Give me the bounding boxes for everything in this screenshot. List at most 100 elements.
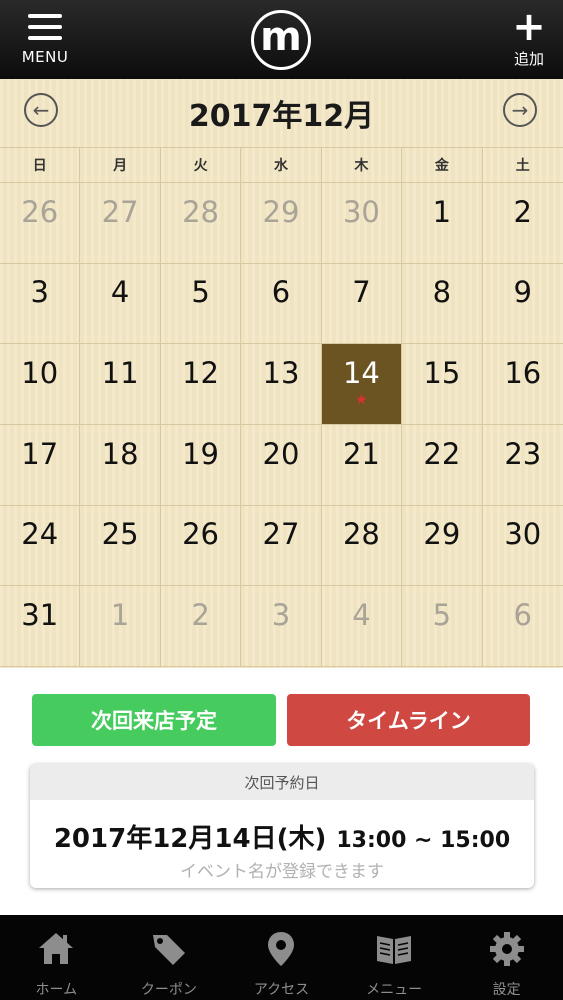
day-number: 17 (21, 436, 59, 471)
next-visit-button[interactable]: 次回来店予定 (32, 694, 276, 746)
menu-label: MENU (21, 48, 69, 66)
tab-bar: ホーム クーポン アクセス メニュー 設定 (0, 915, 563, 1000)
day-number: 13 (262, 356, 300, 391)
day-number: 1 (110, 598, 130, 633)
day-number: 26 (21, 194, 59, 229)
calendar-day[interactable]: 1 (402, 183, 483, 264)
calendar-day[interactable]: 3 (241, 586, 322, 667)
add-label: 追加 (513, 50, 544, 68)
day-number: 1 (432, 194, 452, 229)
day-number: 30 (342, 194, 380, 229)
calendar-grid: 26 27 28 29 30 1 2 3 4 5 6 7 8 9 10 11 12 13 14 ★ 15 16 17 18 19… (0, 183, 563, 667)
calendar-day[interactable]: 5 (402, 586, 483, 667)
day-number: 9 (513, 275, 532, 310)
calendar-day[interactable]: 28 (321, 505, 403, 587)
weekday-label: 水 (241, 148, 322, 183)
logo: m (251, 10, 311, 70)
calendar-day[interactable]: 12 (160, 344, 242, 425)
calendar-day[interactable]: 13 (241, 344, 322, 425)
calendar-day[interactable]: 26 (160, 505, 242, 587)
calendar-day[interactable]: 5 (160, 263, 242, 345)
calendar: ← 2017年12月 → 日月火水木金土 26 27 28 29 30 1 2 3 4 5 6 7 8 9… (0, 79, 563, 668)
calendar-day[interactable]: 2 (160, 586, 242, 667)
day-number: 12 (182, 356, 220, 391)
calendar-day[interactable]: 2 (482, 183, 563, 264)
next-month-button[interactable]: → (503, 93, 537, 127)
day-number: 27 (101, 194, 139, 229)
day-number: 29 (262, 194, 300, 229)
home-icon (39, 933, 74, 964)
reservation-note: イベント名が登録できます (180, 862, 384, 882)
tab-label: アクセス (253, 982, 310, 998)
day-number: 19 (182, 436, 220, 471)
day-number: 3 (271, 598, 291, 633)
day-number: 23 (504, 436, 542, 471)
day-number: 2 (513, 194, 532, 229)
calendar-day[interactable]: 30 (482, 506, 563, 587)
day-number: 5 (191, 275, 210, 310)
calendar-day[interactable]: 7 (321, 263, 403, 345)
calendar-day[interactable]: 8 (402, 263, 483, 345)
tab-menu[interactable]: メニュー (338, 915, 451, 1000)
calendar-day[interactable]: 10 (0, 344, 81, 425)
calendar-day[interactable]: 30 (321, 183, 403, 264)
calendar-day[interactable]: 28 (160, 183, 242, 264)
day-number: 21 (342, 436, 380, 471)
reservation-card[interactable]: 次回予約日 2017年12月14日(木) 13:00 ~ 15:00 イベント名が… (30, 764, 534, 888)
calendar-day[interactable]: 6 (241, 263, 322, 345)
calendar-day[interactable]: 6 (482, 586, 563, 667)
tab-home[interactable]: ホーム (0, 915, 113, 1000)
weekday-header: 日月火水木金土 (0, 147, 563, 183)
timeline-button[interactable]: タイムライン (287, 694, 530, 746)
calendar-day[interactable]: 20 (241, 424, 322, 506)
calendar-day[interactable]: 26 (0, 183, 81, 264)
calendar-day[interactable]: 18 (80, 424, 161, 506)
day-number: 6 (513, 598, 532, 633)
tab-settings[interactable]: 設定 (450, 915, 563, 1000)
calendar-day[interactable]: 1 (80, 586, 161, 667)
calendar-day[interactable]: 15 (402, 344, 483, 425)
calendar-day[interactable]: 9 (482, 264, 563, 345)
calendar-day[interactable]: 25 (80, 505, 161, 587)
calendar-day[interactable]: 23 (482, 425, 563, 506)
calendar-day-selected[interactable]: 14 ★ (321, 344, 403, 425)
day-number: 28 (342, 517, 380, 552)
weekday-label: 火 (160, 148, 242, 183)
calendar-day[interactable]: 16 (482, 344, 563, 425)
calendar-day[interactable]: 24 (0, 505, 81, 587)
calendar-day[interactable]: 4 (80, 263, 161, 345)
day-number: 16 (504, 356, 542, 391)
day-number: 2 (191, 598, 210, 633)
menu-button[interactable]: MENU (14, 10, 76, 70)
calendar-day[interactable]: 3 (0, 263, 81, 345)
weekday-label: 日 (0, 148, 81, 183)
calendar-day[interactable]: 31 (0, 586, 81, 667)
calendar-day[interactable]: 17 (0, 424, 81, 506)
reservation-date: 2017年12月14日(木) (53, 824, 327, 854)
reservation-datetime: 2017年12月14日(木) 13:00 ~ 15:00 (30, 818, 534, 855)
add-button[interactable]: + 追加 (509, 7, 549, 70)
tab-label: ホーム (35, 982, 78, 998)
tab-coupon[interactable]: クーポン (113, 915, 226, 1000)
calendar-day[interactable]: 29 (241, 183, 322, 264)
calendar-day[interactable]: 11 (80, 344, 161, 425)
day-number: 29 (423, 517, 461, 552)
calendar-day[interactable]: 21 (321, 424, 403, 506)
day-number: 4 (352, 598, 371, 633)
day-number: 3 (30, 275, 49, 310)
day-number: 28 (182, 194, 220, 229)
day-number: 6 (271, 275, 291, 310)
calendar-day[interactable]: 27 (80, 183, 161, 264)
calendar-day[interactable]: 27 (241, 505, 322, 587)
calendar-day[interactable]: 19 (160, 424, 242, 506)
calendar-day[interactable]: 22 (402, 424, 483, 506)
calendar-day[interactable]: 29 (402, 505, 483, 587)
day-number: 24 (21, 517, 59, 552)
day-number: 30 (504, 517, 542, 552)
day-number: 20 (262, 436, 300, 471)
calendar-day[interactable]: 4 (321, 586, 403, 667)
weekday-label: 月 (80, 148, 161, 183)
day-number: 5 (432, 598, 452, 633)
tab-access[interactable]: アクセス (225, 915, 338, 1000)
logo-letter: m (260, 14, 302, 60)
